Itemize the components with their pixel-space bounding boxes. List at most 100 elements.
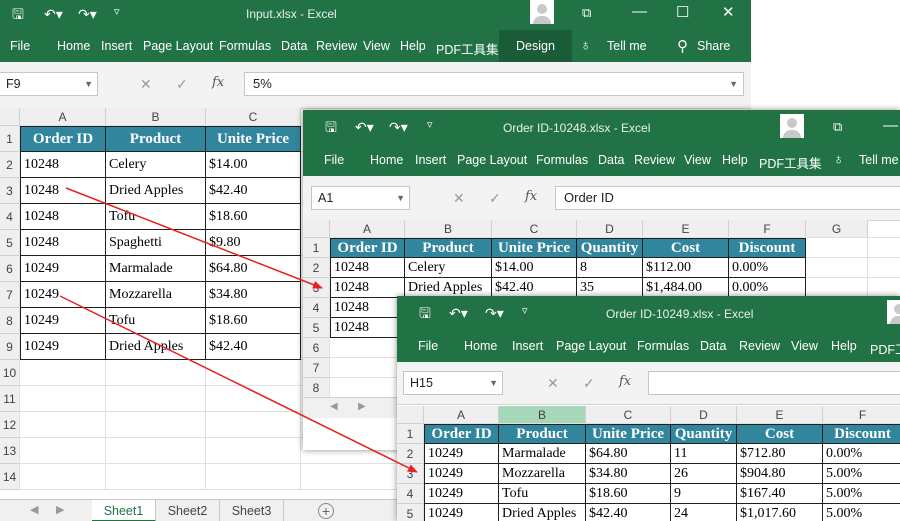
column-header-d[interactable]: D [671, 406, 737, 424]
sheet-nav-prev-icon[interactable]: ◀ [30, 503, 38, 516]
fx-icon[interactable]: fx [619, 374, 631, 389]
column-header-c[interactable]: C [206, 108, 301, 126]
tab-home[interactable]: Home [57, 39, 90, 53]
table-cell[interactable]: 24 [671, 504, 737, 521]
tab-formulas[interactable]: Formulas [637, 339, 689, 353]
header-cell-unite-price[interactable]: Unite Price [206, 126, 301, 152]
tab-insert[interactable]: Insert [101, 39, 132, 53]
tab-page-layout[interactable]: Page Layout [457, 153, 527, 167]
table-cell[interactable]: Celery [405, 258, 492, 278]
table-cell[interactable]: Spaghetti [106, 230, 206, 256]
cancel-icon[interactable]: ✕ [453, 190, 465, 207]
scroll-right-icon[interactable]: ▶ [358, 401, 366, 412]
row-header-6[interactable]: 6 [0, 256, 20, 282]
column-header-e[interactable]: E [737, 406, 823, 424]
header-cell-unite-price[interactable]: Unite Price [492, 238, 577, 258]
table-cell[interactable]: 5.00% [823, 484, 900, 504]
table-cell[interactable]: 10248 [20, 204, 106, 230]
formula-input[interactable]: 5% ▼ [244, 72, 744, 96]
column-header-b[interactable]: B [405, 220, 492, 238]
sheet-tab-3[interactable]: Sheet3 [220, 500, 284, 521]
table-cell[interactable]: 10248 [330, 318, 405, 338]
save-icon[interactable]: 🖫 [325, 120, 337, 134]
tab-review[interactable]: Review [634, 153, 675, 167]
table-cell[interactable]: Tofu [106, 204, 206, 230]
add-sheet-icon[interactable]: + [318, 503, 334, 519]
table-cell[interactable]: Dried Apples [405, 278, 492, 298]
header-cell-product[interactable]: Product [499, 424, 586, 444]
share-button[interactable]: Share [697, 39, 730, 53]
row-header-2[interactable]: 2 [303, 258, 330, 278]
column-header-c[interactable]: C [492, 220, 577, 238]
table-cell[interactable]: 10249 [20, 256, 106, 282]
lightbulb-icon[interactable]: ♁ [580, 37, 591, 54]
tab-pdf[interactable]: PDF工具集 [436, 39, 499, 58]
table-cell[interactable]: $18.60 [206, 204, 301, 230]
row-header-1[interactable]: 1 [397, 424, 424, 444]
column-header-e[interactable]: E [643, 220, 729, 238]
table-cell[interactable]: 10249 [20, 334, 106, 360]
column-header-a[interactable]: A [424, 406, 499, 424]
table-cell[interactable]: $167.40 [737, 484, 823, 504]
ribbon-display-icon[interactable]: ⧉ [582, 6, 591, 19]
fx-icon[interactable]: fx [525, 189, 537, 204]
tell-me-box[interactable]: Tell me [859, 153, 899, 167]
table-cell[interactable]: $64.80 [206, 256, 301, 282]
table-cell[interactable]: 10248 [20, 152, 106, 178]
column-header-g[interactable]: G [806, 220, 868, 238]
table-cell[interactable]: $42.40 [492, 278, 577, 298]
tab-review[interactable]: Review [316, 39, 357, 53]
column-header-b[interactable]: B [499, 406, 586, 424]
tab-home[interactable]: Home [370, 153, 403, 167]
tab-help[interactable]: Help [831, 339, 857, 353]
close-icon[interactable]: ✕ [722, 5, 735, 20]
tab-file[interactable]: File [418, 339, 438, 353]
minimize-icon[interactable]: — [632, 4, 647, 19]
row-header-7[interactable]: 7 [303, 358, 330, 378]
header-cell-order-id[interactable]: Order ID [330, 238, 405, 258]
name-box[interactable]: A1 ▼ [311, 186, 410, 210]
enter-icon[interactable]: ✓ [489, 190, 501, 207]
table-cell[interactable]: 5.00% [823, 504, 900, 521]
table-cell[interactable]: 0.00% [729, 258, 806, 278]
table-cell[interactable]: $14.00 [492, 258, 577, 278]
row-header-7[interactable]: 7 [0, 282, 20, 308]
table-cell[interactable]: $18.60 [206, 308, 301, 334]
row-header-13[interactable]: 13 [0, 438, 20, 464]
tab-design[interactable]: Design [499, 30, 572, 62]
header-cell-unite-price[interactable]: Unite Price [586, 424, 671, 444]
row-header-2[interactable]: 2 [0, 152, 20, 178]
tab-help[interactable]: Help [400, 39, 426, 53]
redo-icon[interactable]: ↷▾ [485, 306, 504, 320]
name-box[interactable]: F9 ▼ [0, 72, 98, 96]
column-header-d[interactable]: D [577, 220, 643, 238]
ribbon-display-icon[interactable]: ⧉ [833, 120, 842, 133]
table-cell[interactable]: 11 [671, 444, 737, 464]
tab-formulas[interactable]: Formulas [536, 153, 588, 167]
table-cell[interactable]: 10249 [424, 464, 499, 484]
tab-data[interactable]: Data [281, 39, 307, 53]
table-cell[interactable]: $34.80 [586, 464, 671, 484]
table-cell[interactable]: $112.00 [643, 258, 729, 278]
table-cell[interactable]: 10249 [424, 484, 499, 504]
table-cell[interactable]: 10248 [330, 278, 405, 298]
enter-icon[interactable]: ✓ [583, 375, 595, 392]
table-cell[interactable]: 0.00% [823, 444, 900, 464]
share-icon[interactable]: ⚲ [677, 37, 688, 55]
table-cell[interactable]: $18.60 [586, 484, 671, 504]
table-cell[interactable]: $42.40 [586, 504, 671, 521]
table-cell[interactable]: $9.80 [206, 230, 301, 256]
row-header-6[interactable]: 6 [303, 338, 330, 358]
table-cell[interactable]: Marmalade [499, 444, 586, 464]
redo-icon[interactable]: ↷▾ [389, 120, 408, 134]
scroll-left-icon[interactable]: ◀ [330, 401, 338, 412]
table-cell[interactable]: 10249 [424, 504, 499, 521]
row-header-5[interactable]: 5 [397, 504, 424, 521]
undo-icon[interactable]: ↶▾ [449, 306, 468, 320]
tab-page-layout[interactable]: Page Layout [556, 339, 626, 353]
undo-icon[interactable]: ↶▾ [44, 7, 63, 21]
customize-icon[interactable]: ▿ [522, 306, 528, 317]
save-icon[interactable]: 🖫 [419, 306, 431, 320]
table-cell[interactable]: $1,484.00 [643, 278, 729, 298]
avatar[interactable] [780, 114, 804, 138]
